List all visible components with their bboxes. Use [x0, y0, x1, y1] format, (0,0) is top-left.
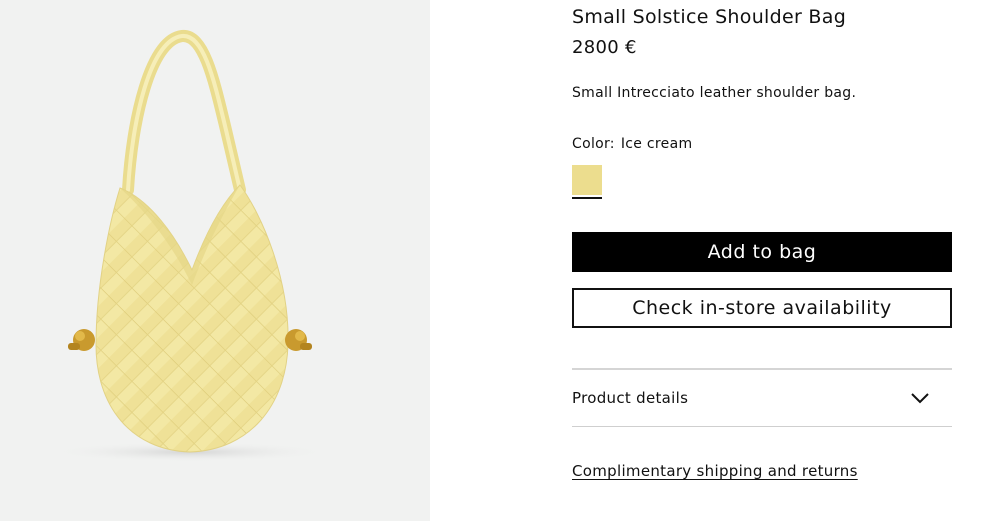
color-value: Ice cream [620, 136, 693, 152]
product-details-accordion[interactable]: Product details [572, 370, 952, 426]
product-description: Small Intrecciato leather shoulder bag. [572, 85, 857, 101]
chevron-down-icon [910, 388, 930, 408]
product-image-panel [0, 0, 430, 521]
color-row: Color: Ice cream [572, 136, 692, 152]
check-store-availability-button[interactable]: Check in-store availability [572, 288, 952, 328]
product-details-label: Product details [572, 389, 689, 407]
product-image [50, 30, 330, 462]
product-page: Small Solstice Shoulder Bag 2800 € Small… [0, 0, 1000, 521]
selected-swatch-indicator [572, 197, 602, 199]
divider [572, 426, 952, 427]
add-to-bag-button[interactable]: Add to bag [572, 232, 952, 272]
product-price: 2800 € [572, 37, 637, 58]
product-title: Small Solstice Shoulder Bag [572, 6, 847, 28]
color-label: Color: [572, 136, 615, 152]
color-swatch-fill [572, 165, 602, 195]
color-swatch-ice-cream[interactable] [572, 165, 602, 200]
shipping-returns-link[interactable]: Complimentary shipping and returns [572, 462, 858, 480]
